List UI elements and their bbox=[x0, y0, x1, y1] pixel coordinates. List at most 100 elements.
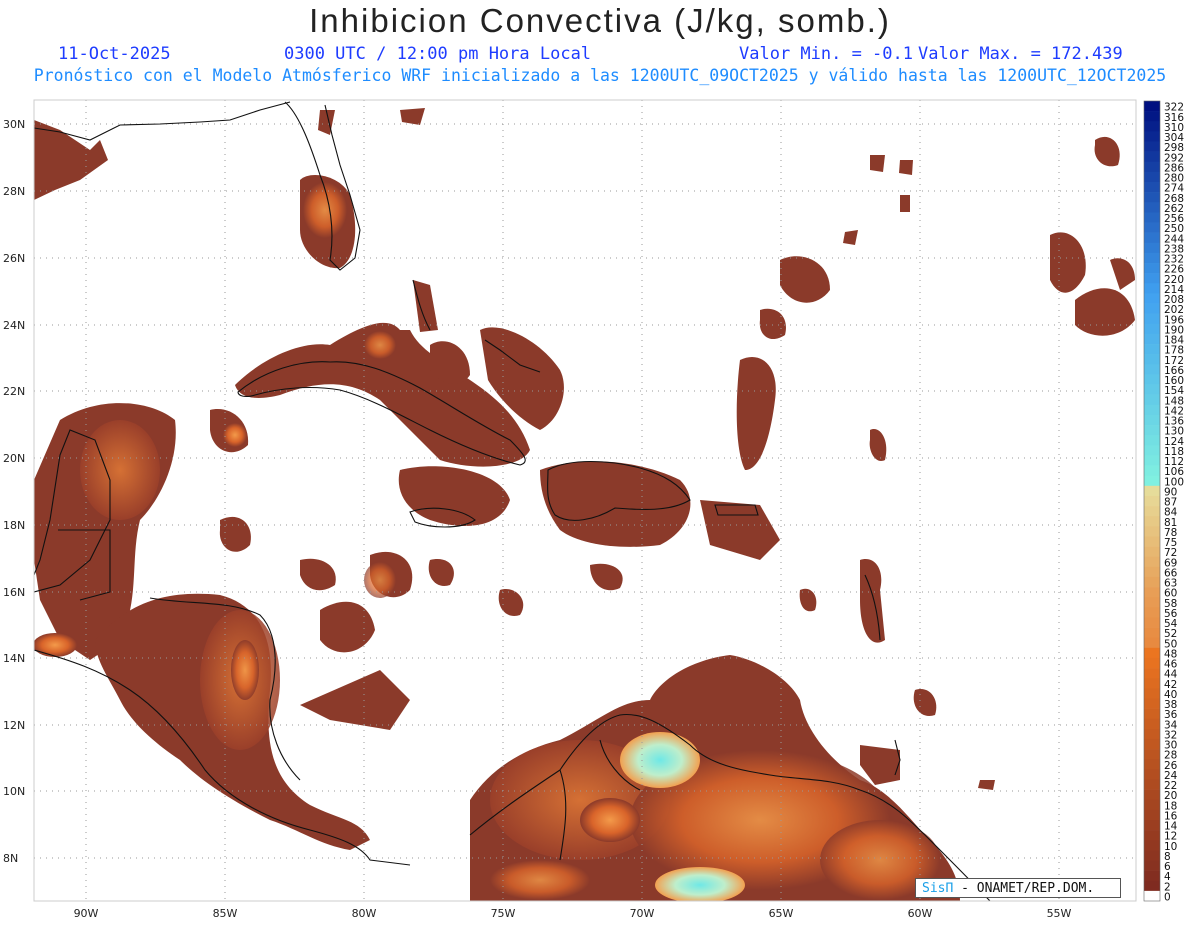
colorbar-swatch bbox=[1144, 647, 1160, 659]
svg-text:20N: 20N bbox=[3, 452, 25, 465]
colorbar-swatch bbox=[1144, 738, 1160, 750]
colorbar-swatch bbox=[1144, 688, 1160, 699]
colorbar-swatch bbox=[1144, 404, 1160, 416]
colorbar-swatch bbox=[1144, 566, 1160, 578]
colorbar-swatch bbox=[1144, 668, 1160, 679]
colorbar-swatch bbox=[1144, 344, 1160, 355]
colorbar-swatch bbox=[1144, 283, 1160, 294]
colorbar-swatch bbox=[1144, 860, 1160, 871]
colorbar-swatch bbox=[1144, 171, 1160, 183]
colorbar-swatch bbox=[1144, 789, 1160, 801]
credit-text: - ONAMET/REP.DOM. bbox=[953, 881, 1095, 896]
colorbar-swatch bbox=[1144, 364, 1160, 375]
colorbar-label: 0 bbox=[1164, 892, 1171, 904]
colorbar-swatch bbox=[1144, 101, 1160, 112]
colorbar-swatch bbox=[1144, 111, 1160, 122]
colorbar-swatch bbox=[1144, 465, 1160, 476]
colorbar-swatch bbox=[1144, 323, 1160, 335]
svg-text:60W: 60W bbox=[908, 907, 933, 920]
svg-text:65W: 65W bbox=[769, 907, 794, 920]
svg-text:90W: 90W bbox=[74, 907, 99, 920]
longitude-labels: 90W 85W 80W 75W 70W 65W 60W 55W bbox=[74, 907, 1072, 920]
colorbar-swatch bbox=[1144, 840, 1160, 851]
colorbar-swatch bbox=[1144, 536, 1160, 547]
colorbar-swatch bbox=[1144, 546, 1160, 557]
colorbar-swatch bbox=[1144, 354, 1160, 365]
colorbar-swatch bbox=[1144, 333, 1160, 345]
colorbar-swatch bbox=[1144, 819, 1160, 831]
colorbar-swatch bbox=[1144, 232, 1160, 244]
colorbar: 3223163103042982922862802742682622562502… bbox=[1143, 100, 1184, 904]
colorbar-swatch bbox=[1144, 657, 1160, 669]
svg-text:80W: 80W bbox=[352, 907, 377, 920]
colorbar-swatch bbox=[1144, 252, 1160, 264]
colorbar-swatch bbox=[1144, 485, 1160, 497]
colorbar-swatch bbox=[1144, 708, 1160, 720]
svg-text:85W: 85W bbox=[213, 907, 238, 920]
colorbar-swatch bbox=[1144, 597, 1160, 608]
latitude-labels: 30N 28N 26N 24N 22N 20N 18N 16N 14N 12N … bbox=[3, 118, 25, 865]
colorbar-swatch bbox=[1144, 202, 1160, 213]
svg-text:75W: 75W bbox=[491, 907, 516, 920]
colorbar-swatch bbox=[1144, 212, 1160, 223]
colorbar-swatch bbox=[1144, 506, 1160, 517]
colorbar-swatch bbox=[1144, 455, 1160, 466]
colorbar-swatch bbox=[1144, 728, 1160, 740]
colorbar-swatch bbox=[1144, 222, 1160, 233]
colorbar-swatch bbox=[1144, 516, 1160, 527]
colorbar-swatch bbox=[1144, 587, 1160, 598]
colorbar-swatch bbox=[1144, 576, 1160, 588]
colorbar-swatch bbox=[1144, 779, 1160, 790]
svg-text:55W: 55W bbox=[1047, 907, 1072, 920]
svg-text:22N: 22N bbox=[3, 385, 25, 398]
svg-text:70W: 70W bbox=[630, 907, 655, 920]
colorbar-swatch bbox=[1144, 414, 1160, 426]
svg-text:14N: 14N bbox=[3, 652, 25, 665]
svg-text:18N: 18N bbox=[3, 519, 25, 532]
colorbar-swatch bbox=[1144, 242, 1160, 254]
colorbar-swatch bbox=[1144, 273, 1160, 284]
svg-text:26N: 26N bbox=[3, 252, 25, 265]
colorbar-swatch bbox=[1144, 293, 1160, 304]
svg-text:12N: 12N bbox=[3, 719, 25, 732]
colorbar-swatch bbox=[1144, 556, 1160, 568]
map-canvas: 30N 28N 26N 24N 22N 20N 18N 16N 14N 12N … bbox=[3, 99, 1184, 920]
svg-text:10N: 10N bbox=[3, 785, 25, 798]
colorbar-swatch bbox=[1144, 718, 1160, 730]
svg-text:16N: 16N bbox=[3, 586, 25, 599]
colorbar-swatch bbox=[1144, 445, 1160, 456]
colorbar-swatch bbox=[1144, 617, 1160, 628]
colorbar-swatch bbox=[1144, 313, 1160, 325]
svg-text:24N: 24N bbox=[3, 319, 25, 332]
colorbar-swatch bbox=[1144, 627, 1160, 639]
colorbar-swatch bbox=[1144, 263, 1160, 274]
colorbar-swatch bbox=[1144, 141, 1160, 152]
sispi-logo: SisΠ bbox=[922, 881, 954, 896]
svg-text:30N: 30N bbox=[3, 118, 25, 131]
colorbar-swatch bbox=[1144, 809, 1160, 821]
colorbar-swatch bbox=[1144, 607, 1160, 618]
colorbar-swatch bbox=[1144, 161, 1160, 173]
colorbar-swatch bbox=[1144, 759, 1160, 770]
colorbar-swatch bbox=[1144, 394, 1160, 406]
colorbar-swatch bbox=[1144, 870, 1160, 882]
colorbar-swatch bbox=[1144, 890, 1160, 902]
colorbar-swatch bbox=[1144, 698, 1160, 709]
colorbar-swatch bbox=[1144, 678, 1160, 689]
colorbar-swatch bbox=[1144, 799, 1160, 811]
colorbar-swatch bbox=[1144, 131, 1160, 142]
colorbar-swatch bbox=[1144, 637, 1160, 649]
colorbar-swatch bbox=[1144, 303, 1160, 314]
colorbar-swatch bbox=[1144, 384, 1160, 395]
colorbar-swatch bbox=[1144, 880, 1160, 892]
colorbar-swatch bbox=[1144, 495, 1160, 507]
colorbar-swatch bbox=[1144, 121, 1160, 132]
svg-text:8N: 8N bbox=[3, 852, 18, 865]
colorbar-swatch bbox=[1144, 151, 1160, 163]
colorbar-swatch bbox=[1144, 475, 1160, 487]
colorbar-swatch bbox=[1144, 830, 1160, 841]
svg-text:28N: 28N bbox=[3, 185, 25, 198]
colorbar-swatch bbox=[1144, 435, 1160, 446]
colorbar-swatch bbox=[1144, 182, 1160, 193]
colorbar-swatch bbox=[1144, 749, 1160, 760]
